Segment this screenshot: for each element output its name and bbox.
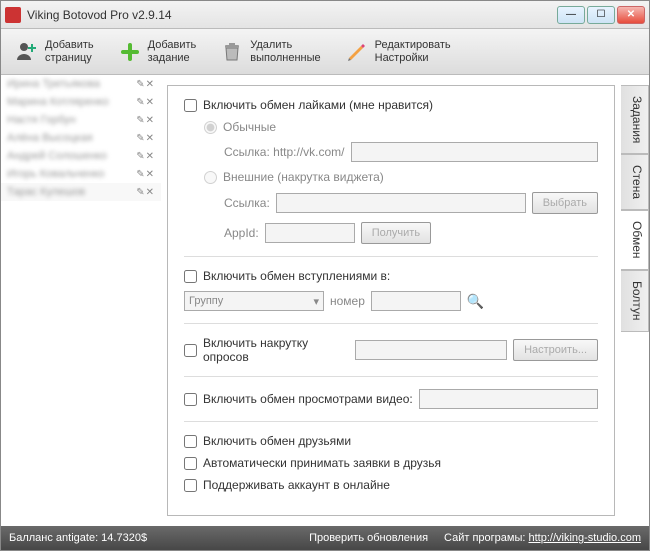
site-label: Сайт програмы:	[444, 532, 525, 544]
search-icon[interactable]: 🔍	[467, 293, 484, 310]
sidebar-item[interactable]: Ирина Третьякова✎✕	[1, 75, 161, 93]
joins-enable-checkbox[interactable]: Включить обмен вступлениями в:	[184, 269, 390, 283]
account-sidebar: Ирина Третьякова✎✕ Марина Котляренко✎✕ Н…	[1, 75, 161, 526]
likes-link-label: Ссылка: http://vk.com/	[224, 145, 345, 159]
friends-enable-checkbox[interactable]: Включить обмен друзьями	[184, 434, 351, 448]
ext-link-label: Ссылка:	[224, 196, 270, 210]
appid-label: AppId:	[224, 226, 259, 240]
row-tools[interactable]: ✎✕	[136, 97, 155, 108]
videos-enable-checkbox[interactable]: Включить обмен просмотрами видео:	[184, 392, 413, 406]
likes-external-radio[interactable]: Внешние (накрутка виджета)	[204, 170, 384, 184]
balance-text: Балланс antigate: 14.7320$	[9, 532, 147, 544]
row-tools[interactable]: ✎✕	[136, 133, 155, 144]
row-tools[interactable]: ✎✕	[136, 79, 155, 90]
polls-enable-checkbox[interactable]: Включить накрутку опросов	[184, 336, 349, 364]
likes-link-input[interactable]	[351, 142, 598, 162]
keep-online-checkbox[interactable]: Поддерживать аккаунт в онлайне	[184, 478, 390, 492]
person-add-icon	[15, 40, 39, 64]
polls-input[interactable]	[355, 340, 507, 360]
sidebar-item-active[interactable]: Тарас Кулешов✎✕	[1, 183, 161, 201]
group-select[interactable]: Группу▾	[184, 291, 324, 311]
site-link[interactable]: http://viking-studio.com	[529, 532, 642, 544]
row-tools[interactable]: ✎✕	[136, 187, 155, 198]
status-bar: Балланс antigate: 14.7320$ Проверить обн…	[1, 526, 649, 550]
delete-done-label-2: выполненные	[250, 52, 320, 64]
tab-exchange[interactable]: Обмен	[621, 210, 649, 270]
sidebar-item[interactable]: Марина Котляренко✎✕	[1, 93, 161, 111]
add-task-button[interactable]: Добавить задание	[110, 36, 205, 66]
row-tools[interactable]: ✎✕	[136, 151, 155, 162]
app-icon	[5, 7, 21, 23]
sidebar-item[interactable]: Алёна Высоцкая✎✕	[1, 129, 161, 147]
chevron-down-icon: ▾	[313, 295, 319, 308]
add-page-label-1: Добавить	[45, 39, 94, 51]
choose-button[interactable]: Выбрать	[532, 192, 598, 214]
add-page-label-2: страницу	[45, 52, 94, 64]
number-label: номер	[330, 294, 365, 308]
number-input[interactable]	[371, 291, 461, 311]
configure-button[interactable]: Настроить...	[513, 339, 598, 361]
edit-label-2: Настройки	[375, 52, 451, 64]
edit-settings-button[interactable]: Редактировать Настройки	[337, 36, 459, 66]
edit-label-1: Редактировать	[375, 39, 451, 51]
tab-tasks[interactable]: Задания	[621, 85, 649, 154]
videos-input[interactable]	[419, 389, 598, 409]
row-tools[interactable]: ✎✕	[136, 169, 155, 180]
add-task-label-1: Добавить	[148, 39, 197, 51]
add-page-button[interactable]: Добавить страницу	[7, 36, 102, 66]
pencil-icon	[345, 40, 369, 64]
check-updates-link[interactable]: Проверить обновления	[309, 532, 428, 544]
likes-enable-checkbox[interactable]: Включить обмен лайками (мне нравится)	[184, 98, 433, 112]
exchange-panel: Включить обмен лайками (мне нравится) Об…	[167, 85, 615, 516]
sidebar-item[interactable]: Настя Горбун✎✕	[1, 111, 161, 129]
ext-link-input[interactable]	[276, 193, 526, 213]
appid-input[interactable]	[265, 223, 355, 243]
toolbar: Добавить страницу Добавить задание Удали…	[1, 29, 649, 75]
get-button[interactable]: Получить	[361, 222, 431, 244]
sidebar-item[interactable]: Игорь Ковальченко✎✕	[1, 165, 161, 183]
minimize-button[interactable]: —	[557, 6, 585, 24]
plus-icon	[118, 40, 142, 64]
titlebar: Viking Botovod Pro v2.9.14 — ☐ ✕	[1, 1, 649, 29]
window-title: Viking Botovod Pro v2.9.14	[27, 8, 172, 22]
delete-done-label-1: Удалить	[250, 39, 320, 51]
delete-done-button[interactable]: Удалить выполненные	[212, 36, 328, 66]
sidebar-item[interactable]: Андрей Солошенко✎✕	[1, 147, 161, 165]
tab-chatter[interactable]: Болтун	[621, 270, 649, 332]
add-task-label-2: задание	[148, 52, 197, 64]
maximize-button[interactable]: ☐	[587, 6, 615, 24]
row-tools[interactable]: ✎✕	[136, 115, 155, 126]
tab-wall[interactable]: Стена	[621, 154, 649, 210]
vertical-tabs: Задания Стена Обмен Болтун	[621, 85, 649, 526]
close-button[interactable]: ✕	[617, 6, 645, 24]
likes-normal-radio[interactable]: Обычные	[204, 120, 276, 134]
auto-accept-checkbox[interactable]: Автоматически принимать заявки в друзья	[184, 456, 441, 470]
trash-icon	[220, 40, 244, 64]
